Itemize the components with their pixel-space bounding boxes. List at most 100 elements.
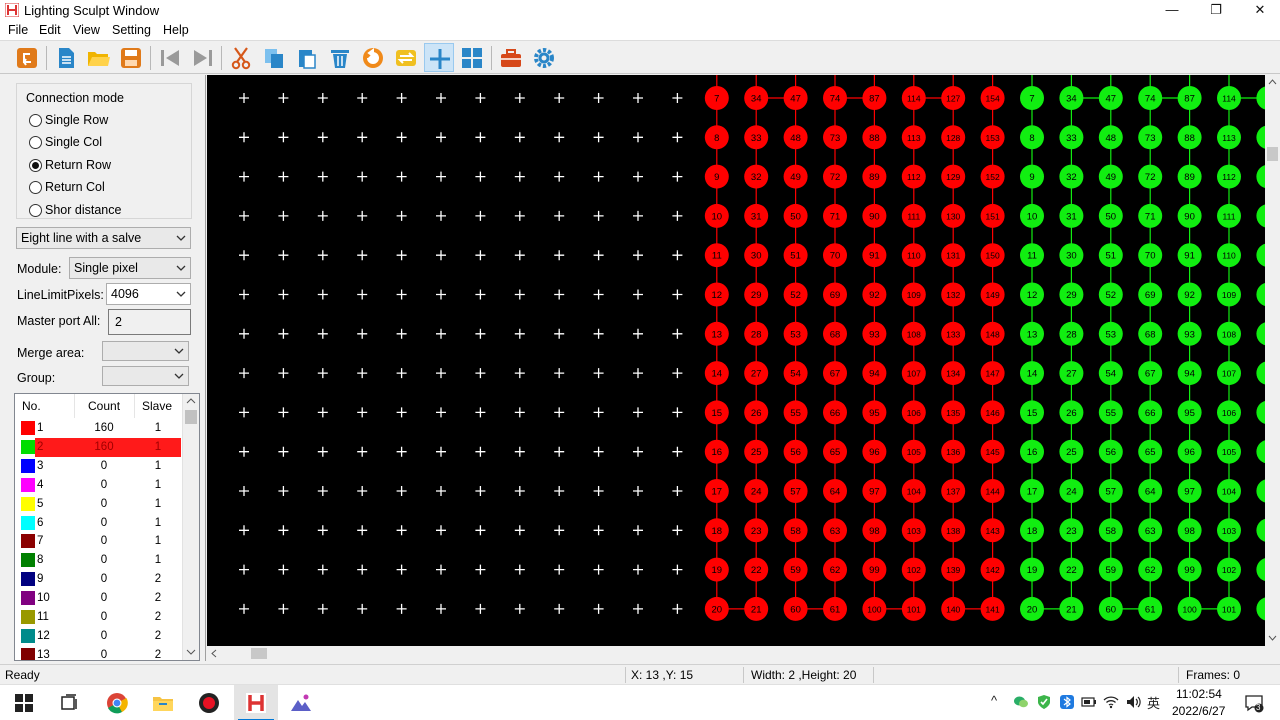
rotate-button[interactable]: [358, 43, 388, 72]
empty-cell-marker[interactable]: [593, 407, 604, 418]
empty-cell-marker[interactable]: [475, 486, 486, 496]
start-button[interactable]: [2, 685, 46, 720]
crosshair-button[interactable]: [424, 43, 454, 72]
empty-cell-marker[interactable]: [239, 525, 249, 536]
empty-cell-marker[interactable]: [633, 446, 643, 457]
empty-cell-marker[interactable]: [396, 289, 407, 300]
empty-cell-marker[interactable]: [278, 289, 289, 300]
empty-cell-marker[interactable]: [396, 368, 407, 379]
empty-cell-marker[interactable]: [633, 250, 643, 261]
empty-cell-marker[interactable]: [239, 132, 249, 143]
empty-cell-marker[interactable]: [672, 603, 683, 614]
empty-cell-marker[interactable]: [633, 525, 643, 536]
empty-cell-marker[interactable]: [396, 525, 407, 536]
master-port-field[interactable]: 2: [108, 309, 191, 335]
empty-cell-marker[interactable]: [672, 210, 683, 221]
empty-cell-marker[interactable]: [633, 132, 643, 143]
taskbar-chrome[interactable]: [95, 685, 139, 720]
empty-cell-marker[interactable]: [278, 171, 289, 182]
taskbar-photos[interactable]: [279, 685, 323, 720]
empty-cell-marker[interactable]: [278, 93, 289, 103]
empty-cell-marker[interactable]: [317, 250, 328, 261]
module-select[interactable]: Single pixel: [69, 257, 191, 279]
paste-button[interactable]: [292, 43, 322, 72]
task-view-button[interactable]: [47, 685, 91, 720]
empty-cell-marker[interactable]: [514, 564, 525, 575]
empty-cell-marker[interactable]: [593, 250, 604, 261]
empty-cell-marker[interactable]: [436, 603, 446, 614]
empty-cell-marker[interactable]: [554, 93, 565, 103]
empty-cell-marker[interactable]: [475, 446, 486, 457]
group-select[interactable]: [102, 366, 189, 386]
empty-cell-marker[interactable]: [317, 210, 328, 221]
empty-cell-marker[interactable]: [672, 93, 683, 103]
empty-cell-marker[interactable]: [357, 407, 368, 418]
empty-cell-marker[interactable]: [317, 289, 328, 300]
empty-cell-marker[interactable]: [593, 328, 604, 339]
empty-cell-marker[interactable]: [554, 171, 565, 182]
clock-date[interactable]: 2022/6/27: [1172, 704, 1225, 718]
empty-cell-marker[interactable]: [239, 93, 249, 103]
empty-cell-marker[interactable]: [317, 564, 328, 575]
empty-cell-marker[interactable]: [554, 603, 565, 614]
empty-cell-marker[interactable]: [672, 564, 683, 575]
column-header-count[interactable]: Count: [75, 394, 135, 418]
empty-cell-marker[interactable]: [633, 368, 643, 379]
empty-cell-marker[interactable]: [514, 446, 525, 457]
wechat-icon[interactable]: [1013, 694, 1029, 710]
empty-cell-marker[interactable]: [593, 486, 604, 496]
empty-cell-marker[interactable]: [239, 407, 249, 418]
empty-cell-marker[interactable]: [475, 328, 486, 339]
port-row[interactable]: 3 0 1: [15, 457, 183, 476]
empty-cell-marker[interactable]: [633, 328, 643, 339]
empty-cell-marker[interactable]: [672, 525, 683, 536]
empty-cell-marker[interactable]: [672, 250, 683, 261]
empty-cell-marker[interactable]: [436, 328, 446, 339]
port-row[interactable]: 11 0 2: [15, 608, 183, 627]
empty-cell-marker[interactable]: [278, 132, 289, 143]
empty-cell-marker[interactable]: [396, 328, 407, 339]
empty-cell-marker[interactable]: [357, 603, 368, 614]
empty-cell-marker[interactable]: [396, 210, 407, 221]
menu-view[interactable]: View: [73, 23, 100, 37]
empty-cell-marker[interactable]: [436, 368, 446, 379]
empty-cell-marker[interactable]: [593, 132, 604, 143]
empty-cell-marker[interactable]: [554, 407, 565, 418]
empty-cell-marker[interactable]: [554, 486, 565, 496]
empty-cell-marker[interactable]: [475, 564, 486, 575]
cut-button[interactable]: [226, 43, 256, 72]
save-button[interactable]: [116, 43, 146, 72]
empty-cell-marker[interactable]: [633, 486, 643, 496]
empty-cell-marker[interactable]: [317, 486, 328, 496]
new-button[interactable]: [51, 43, 81, 72]
empty-cell-marker[interactable]: [554, 368, 565, 379]
empty-cell-marker[interactable]: [239, 564, 249, 575]
empty-cell-marker[interactable]: [357, 289, 368, 300]
empty-cell-marker[interactable]: [357, 486, 368, 496]
taskbar-recorder[interactable]: [187, 685, 231, 720]
empty-cell-marker[interactable]: [317, 328, 328, 339]
delete-button[interactable]: [325, 43, 355, 72]
empty-cell-marker[interactable]: [396, 250, 407, 261]
wifi-icon[interactable]: [1103, 694, 1119, 710]
empty-cell-marker[interactable]: [317, 446, 328, 457]
empty-cell-marker[interactable]: [436, 171, 446, 182]
pixel-grid[interactable]: 7891011121314151617181920343332313029282…: [207, 75, 1280, 646]
port-row[interactable]: 7 0 1: [15, 532, 183, 551]
empty-cell-marker[interactable]: [633, 93, 643, 103]
empty-cell-marker[interactable]: [357, 171, 368, 182]
open-button[interactable]: [83, 43, 113, 72]
volume-icon[interactable]: [1125, 694, 1141, 710]
empty-cell-marker[interactable]: [593, 368, 604, 379]
security-shield-icon[interactable]: [1036, 694, 1052, 710]
empty-cell-marker[interactable]: [475, 525, 486, 536]
empty-cell-marker[interactable]: [396, 564, 407, 575]
empty-cell-marker[interactable]: [239, 171, 249, 182]
empty-cell-marker[interactable]: [317, 368, 328, 379]
taskbar-lighting-app[interactable]: [234, 685, 278, 720]
empty-cell-marker[interactable]: [436, 250, 446, 261]
empty-cell-marker[interactable]: [514, 210, 525, 221]
menu-edit[interactable]: Edit: [39, 23, 61, 37]
close-button[interactable]: ✕: [1238, 0, 1280, 21]
empty-cell-marker[interactable]: [672, 486, 683, 496]
